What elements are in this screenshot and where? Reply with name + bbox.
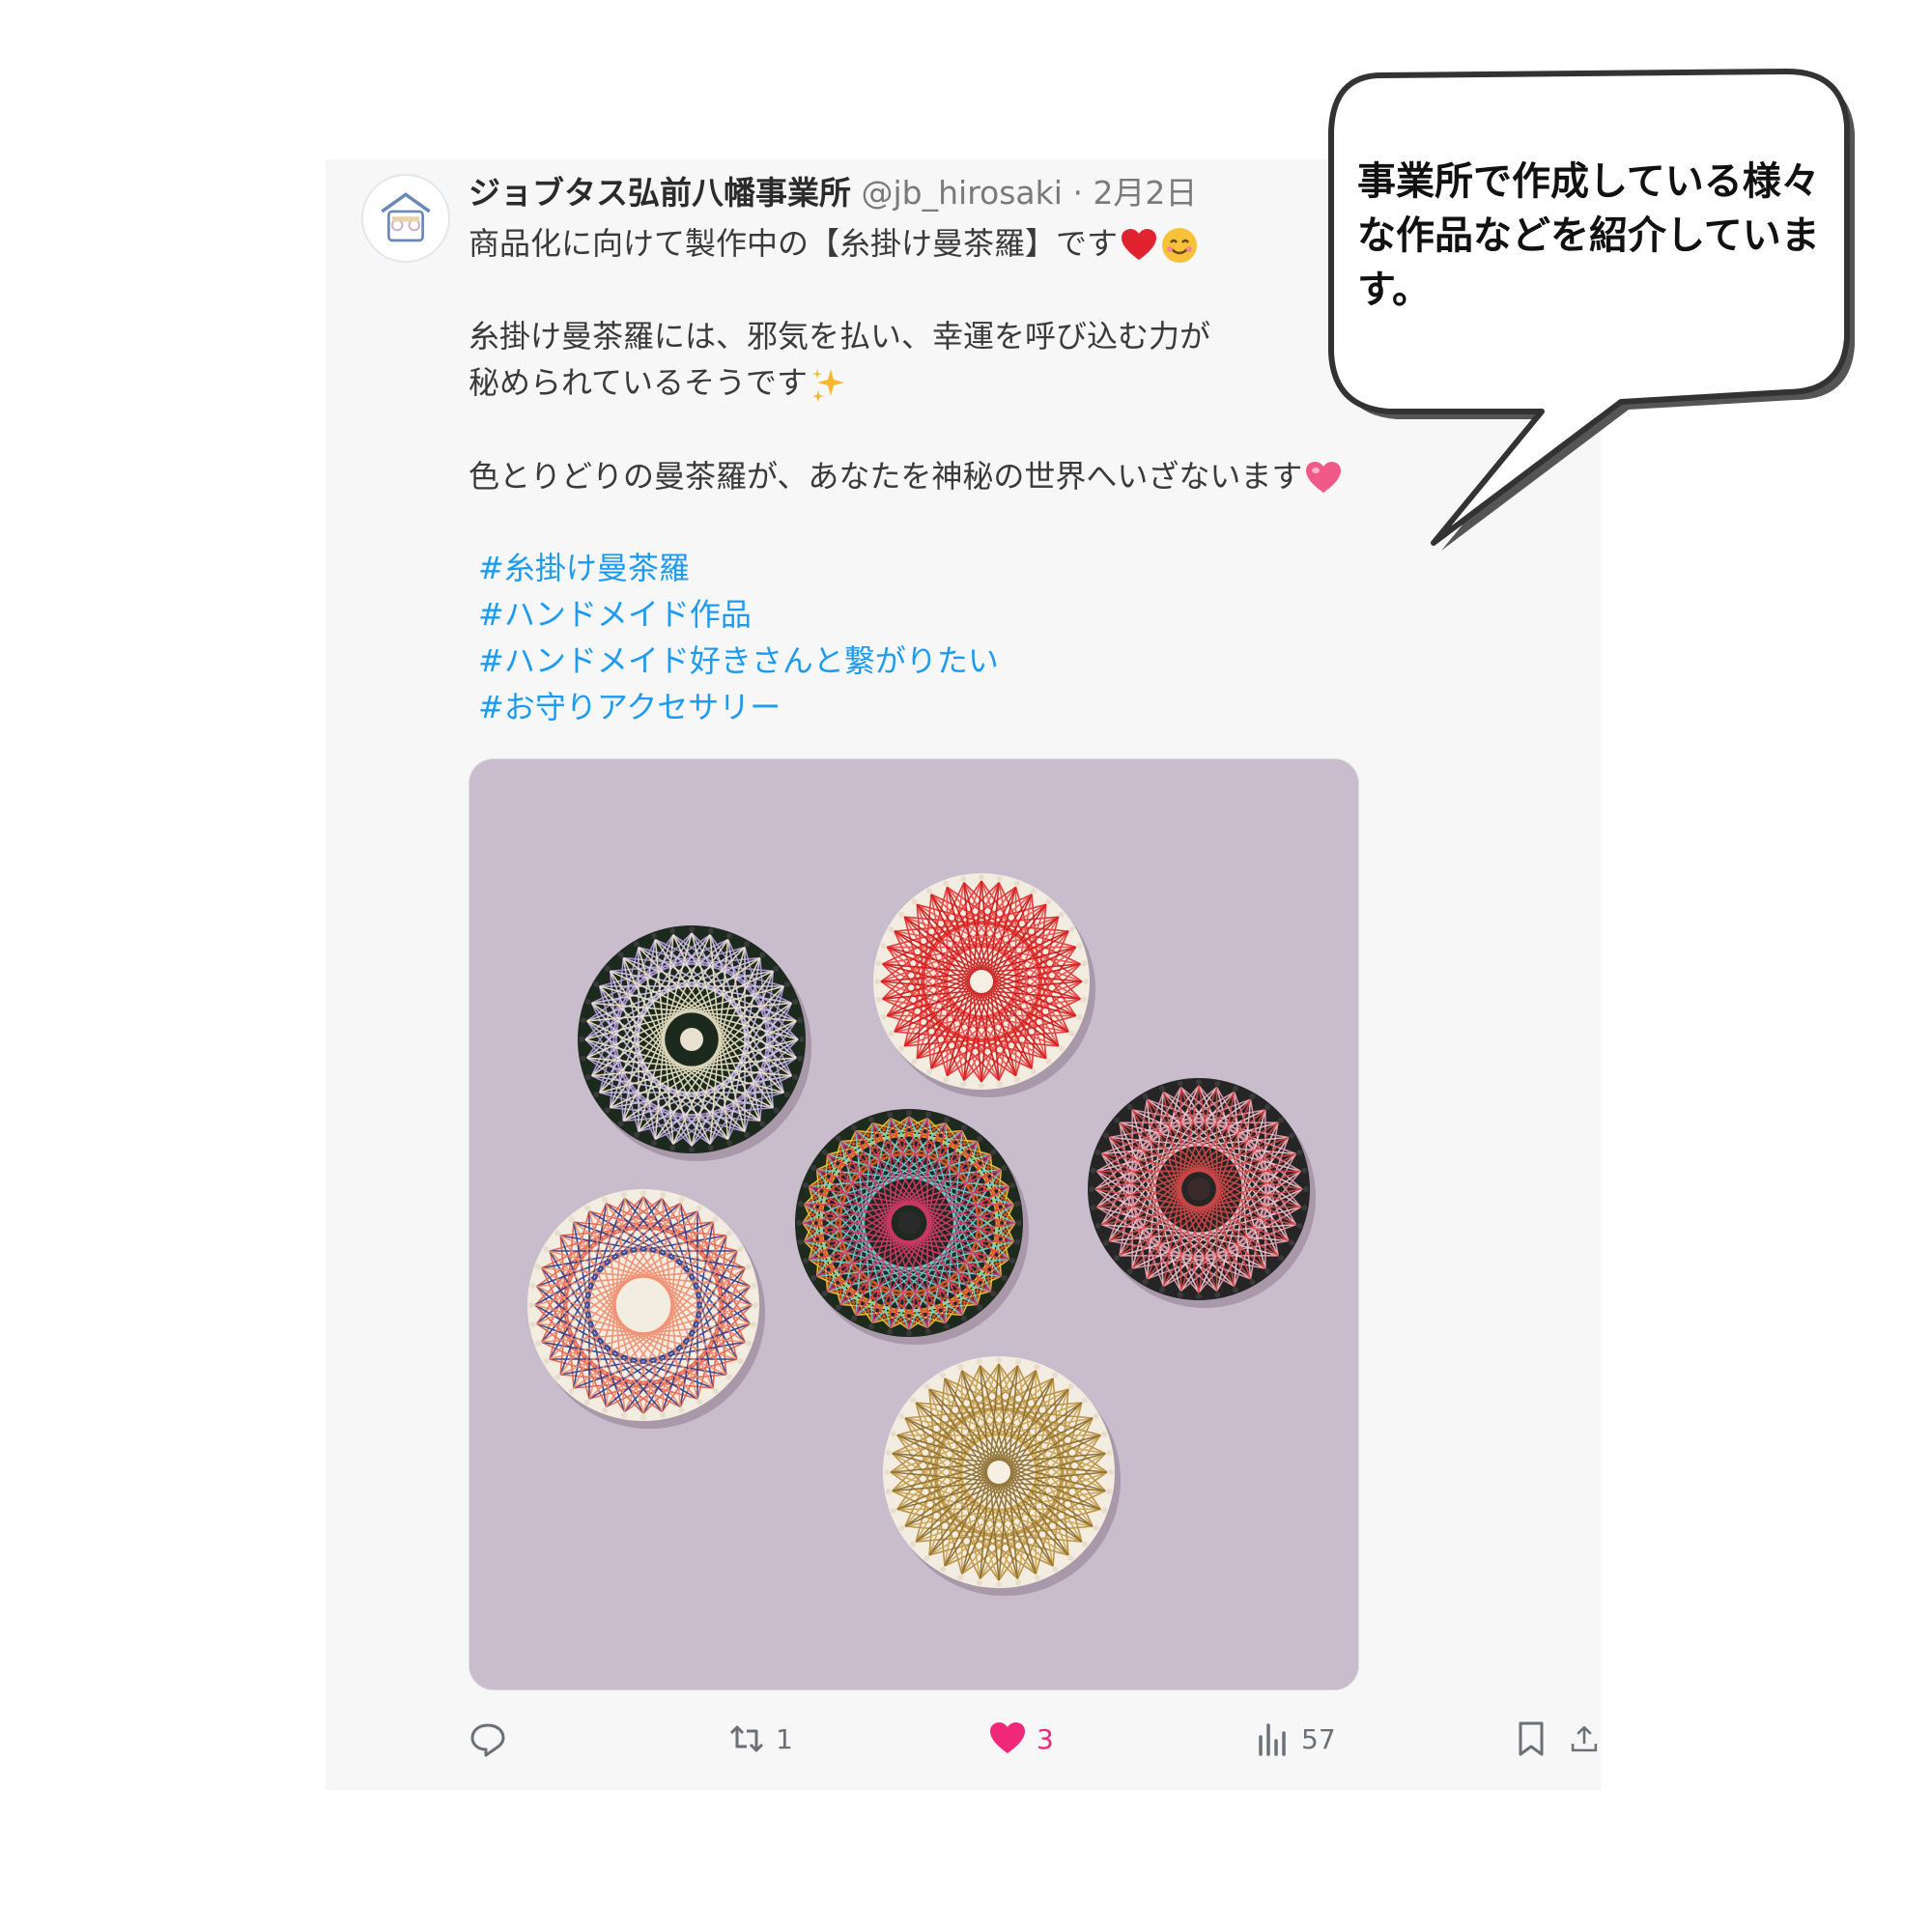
hashtag-link[interactable]: #ハンドメイド好きさんと繋がりたい bbox=[478, 639, 999, 683]
views-count: 57 bbox=[1301, 1722, 1336, 1755]
display-name[interactable]: ジョブタス弘前八幡事業所 bbox=[469, 174, 851, 212]
tweet-text-line: 糸掛け曼茶羅には、邪気を払い、幸運を呼び込む力が bbox=[469, 314, 1210, 358]
retweet-count: 1 bbox=[776, 1722, 793, 1755]
timestamp[interactable]: 2月2日 bbox=[1093, 174, 1197, 212]
callout-text: 事業所で作成している様々な作品などを紹介しています。 bbox=[1357, 159, 1820, 312]
action-bar: 1 3 57 bbox=[326, 1705, 1601, 1773]
tweet-text-line: 商品化に向けて製作中の【糸掛け曼茶羅】です bbox=[469, 221, 1199, 266]
tweet-text: 商品化に向けて製作中の【糸掛け曼茶羅】です bbox=[469, 225, 1119, 262]
tweet-header: ジョブタス弘前八幡事業所 @jb_hirosaki · 2月2日 bbox=[469, 171, 1197, 215]
tweet-text-line: 色とりどりの曼茶羅が、あなたを神秘の世界へいざないます bbox=[469, 454, 1343, 498]
hashtag-link[interactable]: #糸掛け曼茶羅 bbox=[478, 546, 690, 590]
retweet-button[interactable]: 1 bbox=[727, 1715, 793, 1763]
bookmark-icon bbox=[1519, 1721, 1544, 1756]
views-button[interactable]: 57 bbox=[1253, 1715, 1336, 1763]
like-button[interactable]: 3 bbox=[988, 1715, 1054, 1763]
tweet-text: 色とりどりの曼茶羅が、あなたを神秘の世界へいざないます bbox=[469, 458, 1303, 495]
mandala-photo-image bbox=[469, 759, 1358, 1690]
heart-icon bbox=[990, 1722, 1025, 1753]
reply-icon bbox=[470, 1723, 505, 1757]
share-button[interactable] bbox=[1568, 1715, 1601, 1763]
separator: · bbox=[1072, 174, 1083, 212]
tweet-photo[interactable] bbox=[469, 758, 1359, 1690]
like-count: 3 bbox=[1037, 1722, 1054, 1755]
tweet-text-line: 秘められているそうです bbox=[469, 360, 848, 405]
hashtag-link[interactable]: #お守りアクセサリー bbox=[478, 685, 781, 729]
reply-button[interactable] bbox=[469, 1715, 517, 1763]
red-heart-icon bbox=[1120, 226, 1158, 265]
share-icon bbox=[1571, 1725, 1598, 1752]
retweet-icon bbox=[729, 1725, 764, 1752]
sparkles-icon bbox=[810, 365, 848, 404]
hashtag-link[interactable]: #ハンドメイド作品 bbox=[478, 592, 752, 637]
avatar[interactable] bbox=[361, 174, 450, 263]
tweet-text: 秘められているそうです bbox=[469, 364, 809, 401]
smiling-face-icon bbox=[1160, 226, 1199, 265]
bookmark-button[interactable] bbox=[1512, 1715, 1550, 1763]
handle[interactable]: @jb_hirosaki bbox=[862, 174, 1063, 212]
tweet-text: 糸掛け曼茶羅には、邪気を払い、幸運を呼び込む力が bbox=[469, 318, 1211, 355]
views-chart-icon bbox=[1259, 1723, 1286, 1756]
office-logo-icon bbox=[364, 177, 447, 260]
